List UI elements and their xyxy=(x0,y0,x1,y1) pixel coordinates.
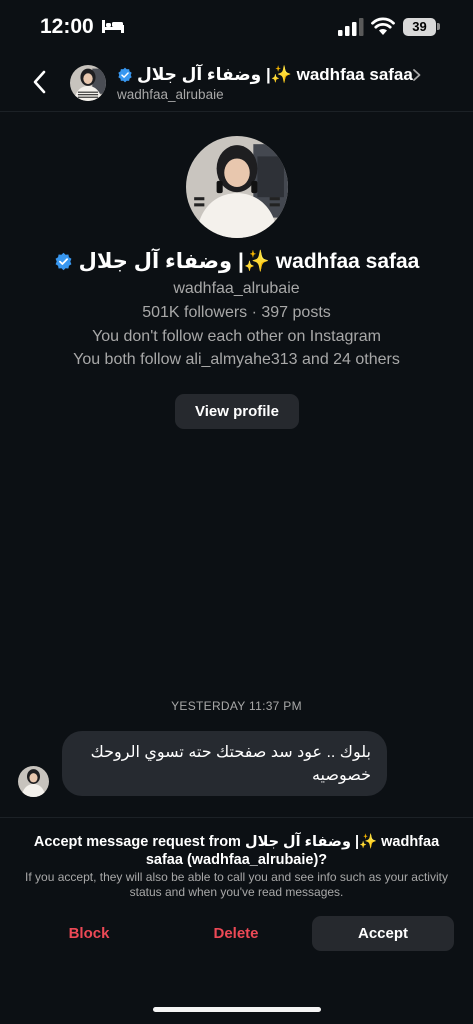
profile-name: وضفاء آل جلال |✨ wadhfaa safaa xyxy=(78,250,420,273)
profile-name-row: وضفاء آل جلال |✨ wadhfaa safaa xyxy=(0,249,473,274)
block-button[interactable]: Block xyxy=(20,916,158,951)
home-indicator[interactable] xyxy=(153,1007,321,1012)
message-request-panel: Accept message request from وضفاء آل جلا… xyxy=(0,817,473,1024)
delete-button[interactable]: Delete xyxy=(167,916,305,951)
battery-icon: 39 xyxy=(403,18,436,36)
bed-icon xyxy=(102,20,124,33)
header-username[interactable]: wadhfaa_alrubaie xyxy=(117,87,224,102)
message-timestamp: YESTERDAY 11:37 PM xyxy=(171,699,302,713)
signal-icon xyxy=(338,18,364,36)
profile-stats: 501K followers · 397 posts xyxy=(142,304,331,321)
profile-username: wadhfaa_alrubaie xyxy=(173,280,300,297)
status-time: 12:00 xyxy=(40,15,94,38)
view-profile-button[interactable]: View profile xyxy=(175,394,299,429)
accept-button[interactable]: Accept xyxy=(312,916,454,951)
verified-badge-icon xyxy=(55,252,72,271)
message-avatar[interactable] xyxy=(18,766,49,797)
wifi-icon xyxy=(371,17,395,35)
header-name-row[interactable]: وضفاء آل جلال |✨ wadhfaa safaa xyxy=(117,65,413,85)
profile-avatar[interactable] xyxy=(186,136,288,238)
back-icon[interactable] xyxy=(30,68,50,96)
chat-header: وضفاء آل جلال |✨ wadhfaa safaa wadhfaa_a… xyxy=(0,56,473,112)
battery-tip xyxy=(437,23,440,30)
message-bubble[interactable]: بلوك .. عود سد صفحتك حته تسوي الروحك خصو… xyxy=(62,731,387,796)
profile-photo xyxy=(186,136,288,238)
mutual-followers[interactable]: You both follow ali_almyahe313 and 24 ot… xyxy=(0,351,473,369)
request-description: If you accept, they will also be able to… xyxy=(25,870,448,899)
status-bar: 12:00 39 xyxy=(0,0,473,56)
header-name: وضفاء آل جلال |✨ wadhfaa safaa xyxy=(137,65,413,84)
follow-status: You don't follow each other on Instagram xyxy=(92,328,381,345)
avatar-photo xyxy=(70,65,106,101)
chevron-right-icon[interactable] xyxy=(412,68,422,82)
header-avatar[interactable] xyxy=(70,65,106,101)
avatar-photo xyxy=(18,766,49,797)
verified-badge-icon xyxy=(118,67,132,83)
request-title: Accept message request from وضفاء آل جلا… xyxy=(33,834,440,868)
